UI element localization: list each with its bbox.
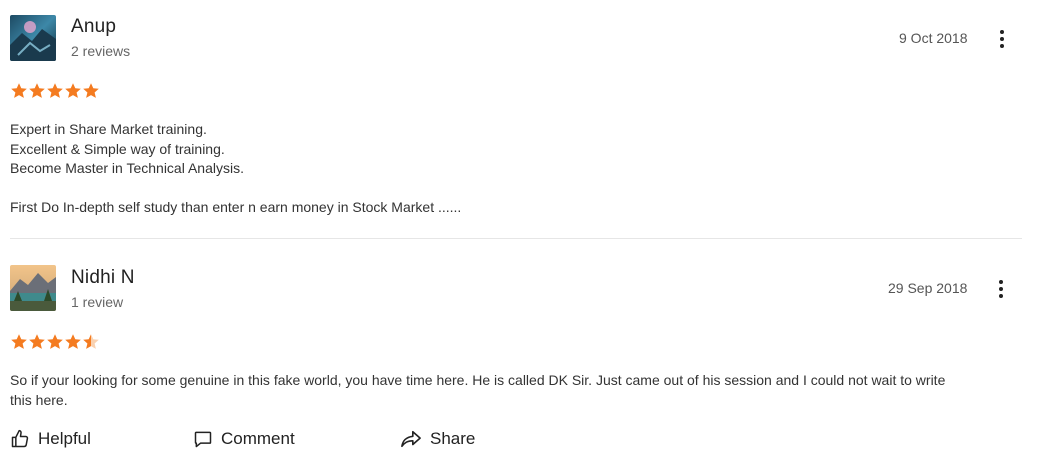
review-card: Anup 2 reviews 9 Oct 2018 Expert in Shar…: [10, 0, 1022, 239]
review-text-line: Excellent & Simple way of training.: [10, 140, 225, 157]
share-arrow-icon: [401, 430, 421, 448]
star-filled-icon: [29, 334, 45, 349]
review-text-line: Become Master in Technical Analysis.: [10, 160, 244, 176]
star-rating: [10, 333, 100, 353]
author-name[interactable]: Anup: [71, 16, 116, 38]
avatar[interactable]: [10, 15, 56, 61]
thumbs-up-icon: [11, 429, 29, 448]
avatar-image: [10, 15, 56, 61]
star-filled-icon: [11, 83, 27, 98]
review-text-line: First Do In-depth self study than enter …: [10, 199, 462, 215]
star-filled-icon: [29, 83, 45, 98]
review-date: 9 Oct 2018: [899, 30, 968, 46]
more-options-button[interactable]: [992, 27, 1012, 51]
star-filled-icon: [65, 334, 81, 349]
comment-label: Comment: [221, 429, 295, 448]
review-date: 29 Sep 2018: [888, 280, 968, 296]
star-filled-icon: [11, 334, 27, 349]
review-actions: Helpful Comment Share: [0, 427, 1044, 457]
review-text-line: So if your looking for some genuine in t…: [10, 372, 946, 388]
star-filled-icon: [65, 83, 81, 98]
star-rating: [10, 82, 100, 102]
comment-bubble-icon: [194, 431, 212, 448]
author-review-count: 1 review: [71, 294, 124, 310]
author-name[interactable]: Nidhi N: [71, 267, 135, 289]
author-review-count: 2 reviews: [71, 43, 131, 59]
star-half-icon: [83, 334, 99, 349]
vertical-dots-icon: [1000, 30, 1004, 34]
vertical-dots-icon: [999, 280, 1003, 284]
star-filled-icon: [83, 83, 99, 98]
helpful-label: Helpful: [38, 429, 91, 448]
avatar-image: [10, 265, 56, 311]
comment-button[interactable]: Comment: [193, 429, 295, 449]
review-text: Expert in Share Market training. Excellen…: [10, 120, 1020, 218]
avatar[interactable]: [10, 265, 56, 311]
review-text-line: this here.: [10, 391, 68, 408]
helpful-button[interactable]: Helpful: [10, 429, 91, 449]
review-text-line: Expert in Share Market training.: [10, 121, 207, 137]
share-label: Share: [430, 429, 476, 448]
star-filled-icon: [47, 334, 63, 349]
review-text: So if your looking for some genuine in t…: [10, 371, 1022, 410]
more-options-button[interactable]: [991, 277, 1011, 301]
star-filled-icon: [47, 83, 63, 98]
share-button[interactable]: Share: [400, 429, 475, 449]
